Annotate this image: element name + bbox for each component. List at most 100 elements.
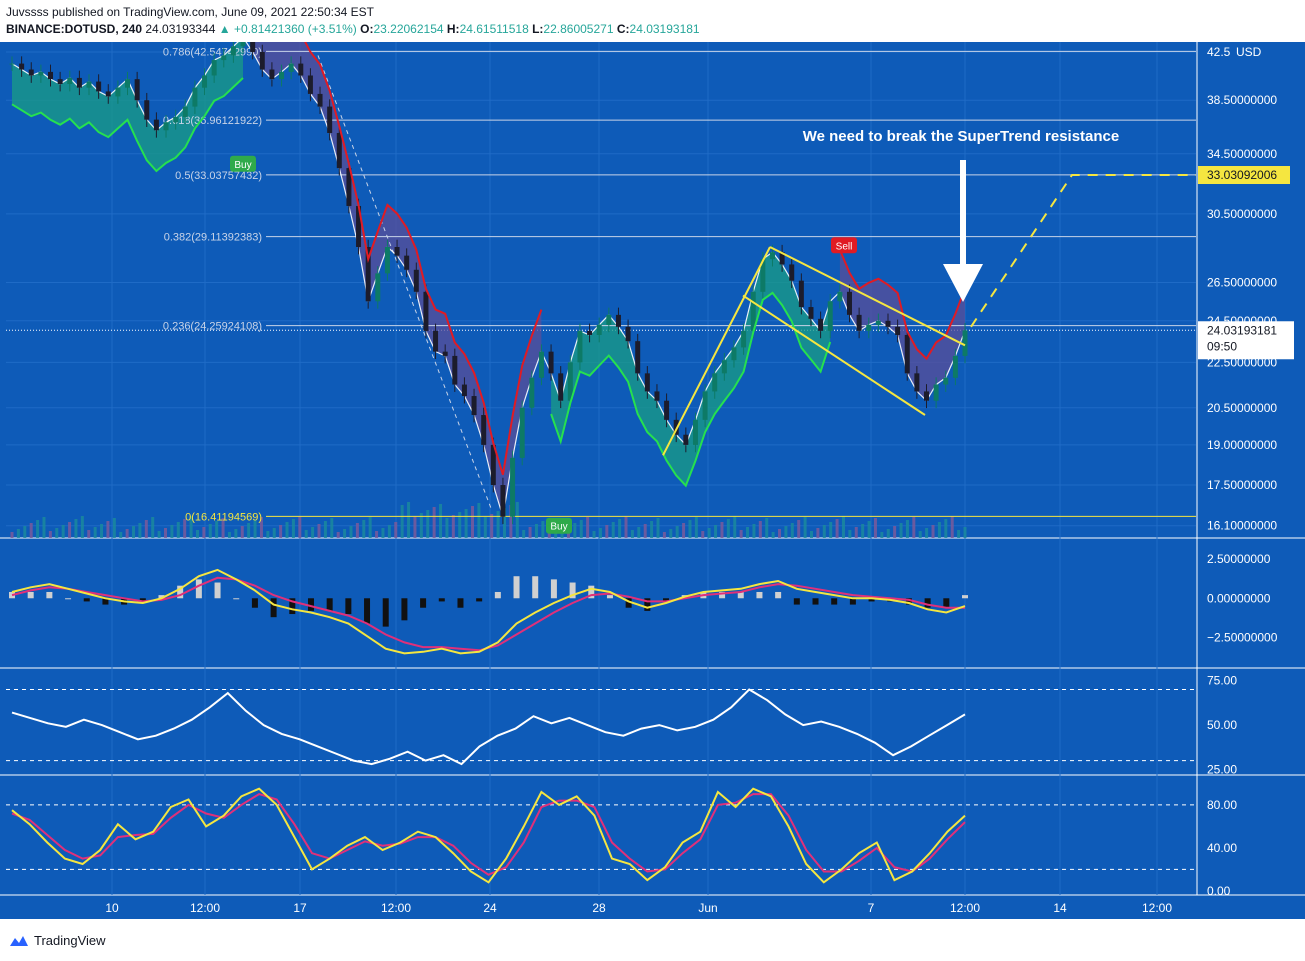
- volume-bar: [656, 518, 660, 538]
- time-tick-label: 7: [868, 901, 875, 915]
- chart-area[interactable]: 0.786(42.54742990) 0.618(36.96121922) 0.5(…: [0, 9, 1305, 919]
- volume-bar: [886, 529, 890, 538]
- volume-bar: [758, 521, 762, 538]
- volume-bar: [669, 529, 673, 538]
- macd-histogram-bar: [438, 598, 445, 602]
- volume-bar: [157, 531, 161, 538]
- signal-label: Buy: [234, 160, 251, 171]
- volume-bar: [400, 505, 404, 538]
- candle-body: [635, 341, 641, 374]
- volume-bar: [61, 525, 65, 538]
- stoch-tick-label: 0.00: [1207, 884, 1231, 898]
- volume-bar: [68, 522, 72, 538]
- volume-bar: [822, 525, 826, 538]
- volume-bar: [630, 530, 634, 538]
- macd-histogram-bar: [812, 598, 819, 605]
- volume-bar: [279, 525, 283, 538]
- candle-body: [19, 63, 25, 70]
- candle-body: [298, 63, 304, 76]
- open-value: 23.22062154: [373, 22, 444, 36]
- volume-bar: [381, 528, 385, 538]
- price-tick-label: 26.50000000: [1207, 276, 1277, 290]
- volume-bar: [905, 520, 909, 538]
- macd-tick-label: −2.50000000: [1207, 631, 1278, 645]
- macd-histogram-bar: [831, 598, 838, 605]
- candle-body: [96, 81, 102, 92]
- low-label: L:: [532, 22, 544, 36]
- symbol-label[interactable]: BINANCE:DOTUSD, 240: [6, 22, 142, 36]
- volume-bar: [330, 518, 334, 538]
- volume-bar: [16, 529, 20, 538]
- volume-bar: [394, 522, 398, 538]
- volume-bar: [714, 525, 718, 538]
- volume-bar: [304, 530, 308, 538]
- macd-tick-label: 0.00000000: [1207, 591, 1271, 605]
- volume-bar: [726, 519, 730, 538]
- volume-bar: [426, 510, 430, 538]
- tradingview-logo-icon: [10, 935, 28, 946]
- macd-histogram-bar: [962, 595, 968, 599]
- volume-bar: [451, 515, 455, 538]
- volume-bar: [579, 520, 583, 538]
- volume-bar: [925, 528, 929, 538]
- candle-body: [230, 46, 236, 56]
- macd-histogram-bar: [924, 598, 931, 608]
- time-tick-label: Jun: [698, 901, 717, 915]
- candle-body: [9, 63, 15, 65]
- candle-body: [683, 434, 689, 445]
- footer: TradingView: [0, 919, 1305, 961]
- volume-bar: [164, 528, 168, 538]
- tradingview-logo[interactable]: TradingView: [8, 933, 106, 948]
- candle-body: [404, 255, 410, 270]
- time-tick-label: 12:00: [1142, 901, 1172, 915]
- volume-bar: [387, 525, 391, 538]
- macd-histogram-bar: [420, 598, 427, 608]
- candle-body: [914, 373, 920, 392]
- volume-bar: [707, 528, 711, 538]
- volume-bar: [611, 522, 615, 538]
- volume-bar: [893, 526, 897, 538]
- volume-bar: [618, 519, 622, 538]
- candle-body: [789, 264, 795, 281]
- candle-body: [173, 116, 179, 123]
- volume-bar: [854, 527, 858, 538]
- volume-bar: [739, 530, 743, 538]
- candle-body: [712, 373, 718, 392]
- volume-bar: [298, 516, 302, 538]
- candle-body: [144, 100, 150, 120]
- candle-body: [240, 37, 246, 47]
- volume-bar: [841, 516, 845, 538]
- volume-bar: [471, 506, 475, 538]
- chart-canvas[interactable]: 0.786(42.54742990)0.618(36.96121922)0.5(…: [0, 9, 1305, 919]
- volume-bar: [368, 517, 372, 538]
- volume-bar: [861, 524, 865, 538]
- candle-body: [769, 252, 775, 260]
- volume-bar: [682, 523, 686, 538]
- volume-bar: [336, 532, 340, 538]
- candle-body: [904, 334, 910, 374]
- volume-bar: [637, 527, 641, 538]
- macd-histogram-bar: [364, 598, 371, 624]
- volume-bar: [439, 504, 443, 538]
- candle-body: [606, 314, 612, 325]
- volume-bar: [592, 531, 596, 538]
- volume-bar: [790, 523, 794, 538]
- ohlc-legend: BINANCE:DOTUSD, 240 24.03193344 ▲ +0.814…: [6, 22, 700, 36]
- candle-body: [375, 273, 381, 302]
- candle-body: [327, 106, 333, 133]
- candle-body: [808, 307, 814, 319]
- candle-body: [500, 485, 506, 517]
- volume-bar: [23, 526, 27, 538]
- volume-bar: [496, 511, 500, 538]
- macd-histogram-bar: [793, 598, 800, 605]
- macd-histogram-bar: [27, 591, 34, 599]
- time-tick-label: 12:00: [381, 901, 411, 915]
- volume-bar: [311, 527, 315, 538]
- candle-body: [558, 373, 564, 401]
- macd-histogram-bar: [251, 598, 258, 608]
- volume-bar: [944, 519, 948, 538]
- candle-body: [413, 269, 419, 292]
- target-price-label: 33.03092006: [1207, 168, 1277, 182]
- close-value: 24.03193181: [629, 22, 700, 36]
- volume-bar: [931, 525, 935, 538]
